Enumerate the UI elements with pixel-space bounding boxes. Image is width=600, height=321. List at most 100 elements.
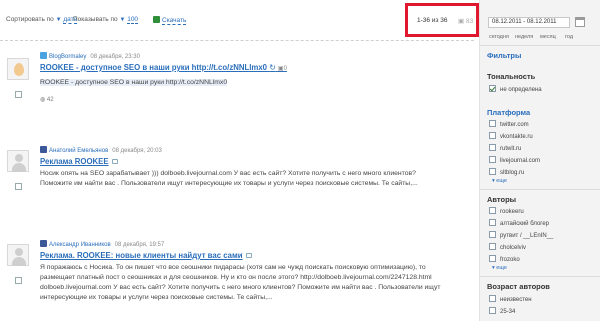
platform-option[interactable]: sltblog.ru xyxy=(489,168,524,176)
platform-checkbox[interactable] xyxy=(489,168,496,175)
sort-label: Сортировать по xyxy=(6,16,54,23)
post-select-checkbox[interactable] xyxy=(15,277,22,284)
platform-option-label: rutwit.ru xyxy=(500,146,522,152)
platform-option[interactable]: twitter.com xyxy=(489,120,529,128)
author-avatar[interactable] xyxy=(7,150,29,172)
platform-option-label: livejournal.com xyxy=(500,158,541,164)
author-option[interactable]: cholcelviv xyxy=(489,243,526,251)
pager-highlight: 1-36 из 36 ▣ 83 xyxy=(405,3,479,37)
refresh-icon[interactable]: ↻ xyxy=(269,63,276,72)
authors-heading: Авторы xyxy=(487,195,517,204)
author-checkbox[interactable] xyxy=(489,243,496,250)
post-title-text: ROOKEE - доступное SEO в наши руки http:… xyxy=(40,63,268,72)
pager-counter-value: 83 xyxy=(465,18,474,25)
platform-checkbox[interactable] xyxy=(489,156,496,163)
export-excel-button[interactable]: Скачать xyxy=(153,16,187,25)
age-option[interactable]: 25-34 xyxy=(489,307,515,315)
author-avatar[interactable] xyxy=(7,58,29,80)
page-size-value-link[interactable]: 100 xyxy=(127,16,139,24)
expand-icon[interactable] xyxy=(245,253,252,258)
page-size-arrow-icon: ▼ xyxy=(119,17,126,23)
platform-more-label: еще xyxy=(496,178,507,184)
tonality-option-label: не определена xyxy=(500,87,542,93)
period-month[interactable]: месяц xyxy=(540,34,556,40)
post-select-checkbox[interactable] xyxy=(15,91,22,98)
author-option[interactable]: алтайский блогер xyxy=(489,219,549,227)
facebook-icon xyxy=(40,240,47,247)
post-body: Носик опять на SEO зарабатывает ))) dolb… xyxy=(40,170,418,187)
pager-range: 1-36 из 36 xyxy=(417,17,448,24)
author-option-label: алтайский блогер xyxy=(500,221,550,227)
platform-checkbox[interactable] xyxy=(489,132,496,139)
authors-more-label: еще xyxy=(496,265,507,271)
authors-more-link[interactable]: ▾ еще xyxy=(492,265,507,271)
author-option[interactable]: рутвит / __LEnIN__ xyxy=(489,231,553,239)
post-title-text: Реклама. ROOKEE: новые клиенты найдут ва… xyxy=(40,251,243,260)
platform-more-link[interactable]: ▾ еще xyxy=(492,178,507,184)
author-checkbox[interactable] xyxy=(489,231,496,238)
results-toolbar: Сортировать по ▼ дате Показывать по ▼ 10… xyxy=(0,0,474,36)
post-date: 08 декабря, 19:57 xyxy=(114,242,165,248)
platform-heading: Платформа xyxy=(487,108,531,117)
period-today[interactable]: сегодня xyxy=(489,34,509,40)
author-age-heading: Возраст авторов xyxy=(487,282,550,291)
chevron-down-icon: ▾ xyxy=(492,265,495,271)
page-size-label: Показывать по xyxy=(73,16,118,23)
export-label: Скачать xyxy=(162,17,187,25)
post-body: ROOKEE - доступное SEO в наши руки http:… xyxy=(40,78,444,88)
author-checkbox[interactable] xyxy=(489,255,496,262)
post-body-text: ROOKEE - доступное SEO в наши руки http:… xyxy=(40,79,228,86)
author-checkbox[interactable] xyxy=(489,207,496,214)
post-title-text: Реклама ROOKEE xyxy=(40,157,109,166)
pager-counter: ▣ 83 xyxy=(458,17,473,25)
post-meta: BlogBormaley 08 декабря, 23:30 xyxy=(40,52,140,60)
toolbar-divider xyxy=(0,40,474,41)
sidebar-divider xyxy=(480,45,600,46)
post-title-link[interactable]: Реклама. ROOKEE: новые клиенты найдут ва… xyxy=(40,251,252,260)
copy-icon: ▣ xyxy=(458,18,465,25)
facebook-icon xyxy=(40,146,47,153)
post-counter: ◍ 42 xyxy=(40,96,54,103)
sort-control[interactable]: Сортировать по ▼ дате xyxy=(6,16,78,24)
tonality-option[interactable]: не определена xyxy=(489,85,542,93)
author-option[interactable]: frozoko xyxy=(489,255,520,263)
post-date: 08 декабря, 23:30 xyxy=(90,54,140,60)
twitter-icon xyxy=(40,52,47,59)
author-option[interactable]: rookeeru xyxy=(489,207,524,215)
post-title-link[interactable]: ROOKEE - доступное SEO в наши руки http:… xyxy=(40,63,287,72)
excel-icon xyxy=(153,16,160,23)
platform-option[interactable]: livejournal.com xyxy=(489,156,540,164)
post-author[interactable]: Анатолий Емельянов xyxy=(49,148,108,154)
post-author[interactable]: Александр Иванников xyxy=(49,242,111,248)
filters-title: Фильтры xyxy=(487,51,522,60)
calendar-icon[interactable] xyxy=(575,17,585,27)
author-option-label: frozoko xyxy=(500,257,520,263)
page-size-control[interactable]: Показывать по ▼ 100 xyxy=(73,16,139,24)
copies-count: 0 xyxy=(283,66,287,72)
period-week[interactable]: неделя xyxy=(515,34,533,40)
tonality-checkbox[interactable] xyxy=(489,85,496,92)
author-checkbox[interactable] xyxy=(489,219,496,226)
post-counter-value: 42 xyxy=(46,97,54,103)
author-option-label: rookeeru xyxy=(500,209,524,215)
platform-option[interactable]: vkontakte.ru xyxy=(489,132,533,140)
age-option-label: неизвестен xyxy=(500,297,532,303)
post-meta: Александр Иванников 08 декабря, 19:57 xyxy=(40,240,164,248)
post-meta: Анатолий Емельянов 08 декабря, 20:03 xyxy=(40,146,162,154)
date-range-input[interactable]: 08.12.2011 - 08.12.2011 xyxy=(488,17,570,28)
platform-option-label: sltblog.ru xyxy=(500,170,525,176)
post-author[interactable]: BlogBormaley xyxy=(49,54,86,60)
post-date: 08 декабря, 20:03 xyxy=(112,148,162,154)
platform-checkbox[interactable] xyxy=(489,144,496,151)
post-select-checkbox[interactable] xyxy=(15,183,22,190)
age-option[interactable]: неизвестен xyxy=(489,295,532,303)
author-avatar[interactable] xyxy=(7,244,29,266)
age-checkbox[interactable] xyxy=(489,307,496,314)
age-checkbox[interactable] xyxy=(489,295,496,302)
period-year[interactable]: год xyxy=(565,34,573,40)
post-title-link[interactable]: Реклама ROOKEE xyxy=(40,157,118,166)
expand-icon[interactable] xyxy=(111,159,118,164)
platform-option[interactable]: rutwit.ru xyxy=(489,144,521,152)
filter-sidebar: 08.12.2011 - 08.12.2011 сегодня неделя м… xyxy=(479,0,600,321)
platform-checkbox[interactable] xyxy=(489,120,496,127)
